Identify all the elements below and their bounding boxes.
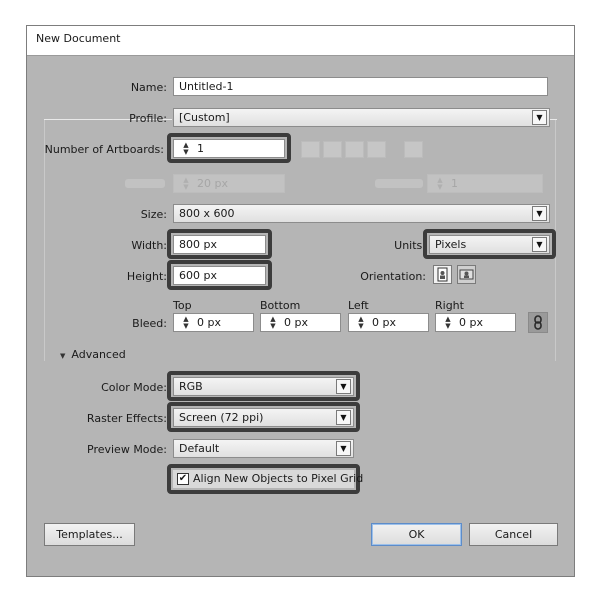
advanced-toggle[interactable]: ▼ Advanced [60, 348, 126, 361]
height-label: Height: [126, 270, 167, 283]
bleed-top-input[interactable]: ▲ ▼ 0 px [173, 313, 254, 332]
spinner-arrows-icon[interactable]: ▲ ▼ [354, 316, 368, 330]
templates-button[interactable]: Templates... [44, 523, 135, 546]
bleed-left-input[interactable]: ▲ ▼ 0 px [348, 313, 429, 332]
bleed-bottom-input[interactable]: ▲ ▼ 0 px [260, 313, 341, 332]
artboards-label: Number of Artboards: [44, 143, 164, 156]
width-input[interactable]: 800 px [173, 235, 266, 254]
bleed-left-label: Left [348, 299, 369, 312]
color-mode-dropdown[interactable]: RGB ▼ [173, 377, 354, 396]
spinner-arrows-icon[interactable]: ▲ ▼ [179, 316, 193, 330]
units-value: Pixels [435, 238, 467, 251]
preview-mode-label: Preview Mode: [87, 443, 167, 456]
bleed-bottom-value: 0 px [284, 316, 308, 329]
color-mode-label: Color Mode: [101, 381, 167, 394]
columns-label [375, 179, 423, 188]
spacing-value: 20 px [197, 177, 228, 190]
preview-mode-dropdown[interactable]: Default ▼ [173, 439, 354, 458]
dialog-title: New Document [27, 26, 574, 56]
orientation-label: Orientation: [360, 270, 426, 283]
ok-button[interactable]: OK [371, 523, 462, 546]
preview-mode-value: Default [179, 442, 220, 455]
artboards-value: 1 [197, 142, 204, 155]
name-input[interactable]: Untitled-1 [173, 77, 548, 96]
advanced-label: Advanced [71, 348, 126, 361]
raster-effects-value: Screen (72 ppi) [179, 411, 264, 424]
raster-effects-label: Raster Effects: [86, 412, 167, 425]
spinner-arrows-icon[interactable]: ▲ ▼ [179, 142, 193, 156]
chevron-down-icon: ▼ [336, 410, 351, 425]
align-grid-checkbox[interactable]: ✔ Align New Objects to Pixel Grid [173, 470, 363, 488]
name-label: Name: [130, 81, 167, 94]
chevron-down-icon: ▼ [532, 237, 547, 252]
chevron-down-icon: ▼ [532, 110, 547, 125]
cancel-button[interactable]: Cancel [469, 523, 558, 546]
size-value: 800 x 600 [179, 207, 235, 220]
bleed-top-value: 0 px [197, 316, 221, 329]
bleed-right-value: 0 px [459, 316, 483, 329]
portrait-orientation-icon[interactable] [433, 265, 452, 284]
right-to-left-icon [404, 141, 423, 158]
profile-value: [Custom] [179, 111, 230, 124]
bleed-right-input[interactable]: ▲ ▼ 0 px [435, 313, 516, 332]
size-label: Size: [140, 208, 167, 221]
arrange-grid-row-icon [301, 141, 320, 158]
spinner-arrows-icon[interactable]: ▲ ▼ [266, 316, 280, 330]
bleed-top-label: Top [173, 299, 192, 312]
profile-label: Profile: [129, 112, 167, 125]
bleed-bottom-label: Bottom [260, 299, 301, 312]
triangle-down-icon: ▼ [60, 352, 66, 360]
spacing-input: ▲ ▼ 20 px [173, 174, 285, 193]
color-mode-value: RGB [179, 380, 203, 393]
checkmark-icon: ✔ [177, 473, 189, 485]
columns-value: 1 [451, 177, 458, 190]
align-grid-label: Align New Objects to Pixel Grid [193, 472, 364, 485]
spinner-arrows-icon[interactable]: ▲ ▼ [441, 316, 455, 330]
arrange-column-icon [367, 141, 386, 158]
profile-group-top-line-right [549, 119, 557, 120]
raster-effects-dropdown[interactable]: Screen (72 ppi) ▼ [173, 408, 354, 427]
chevron-down-icon: ▼ [336, 379, 351, 394]
columns-input: ▲ ▼ 1 [427, 174, 543, 193]
profile-dropdown[interactable]: [Custom] ▼ [173, 108, 550, 127]
bleed-left-value: 0 px [372, 316, 396, 329]
spinner-arrows-icon: ▲ ▼ [183, 176, 189, 191]
size-dropdown[interactable]: 800 x 600 ▼ [173, 204, 550, 223]
units-dropdown[interactable]: Pixels ▼ [429, 235, 550, 254]
arrange-grid-column-icon [323, 141, 342, 158]
height-input[interactable]: 600 px [173, 266, 266, 285]
units-label: Units: [394, 239, 426, 252]
spacing-label [125, 179, 165, 188]
arrange-row-icon [345, 141, 364, 158]
artboards-input[interactable]: ▲ ▼ 1 [173, 139, 285, 158]
bleed-right-label: Right [435, 299, 464, 312]
new-document-dialog: New Document Name: Untitled-1 Profile: [… [26, 25, 575, 577]
width-label: Width: [131, 239, 167, 252]
chevron-down-icon: ▼ [336, 441, 351, 456]
landscape-orientation-icon[interactable] [457, 265, 476, 284]
chain-link-icon[interactable] [528, 312, 548, 333]
spinner-arrows-icon: ▲ ▼ [437, 176, 443, 191]
chevron-down-icon: ▼ [532, 206, 547, 221]
bleed-label: Bleed: [132, 317, 167, 330]
